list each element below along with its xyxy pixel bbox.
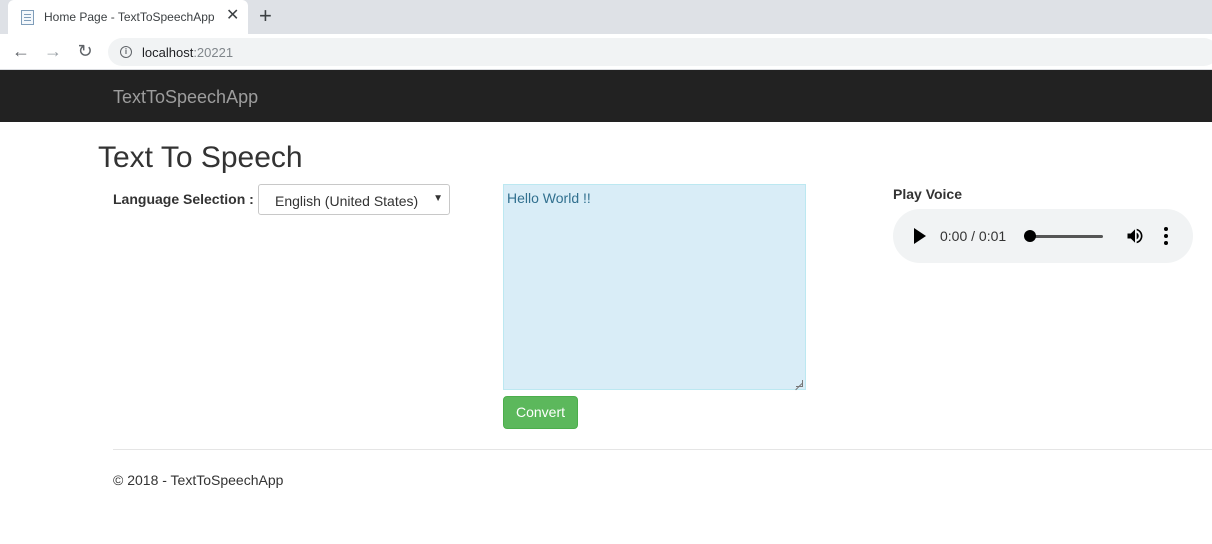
play-icon[interactable] bbox=[914, 228, 926, 244]
audio-seek-thumb[interactable] bbox=[1024, 230, 1036, 242]
convert-button[interactable]: Convert bbox=[503, 396, 578, 429]
tab-strip: Home Page - TextToSpeechApp ✕ + bbox=[0, 0, 1212, 34]
play-voice-label: Play Voice bbox=[893, 186, 963, 202]
tab-title: Home Page - TextToSpeechApp bbox=[44, 10, 215, 24]
chevron-down-icon: ▼ bbox=[433, 193, 443, 204]
page-icon bbox=[21, 10, 34, 25]
back-icon[interactable]: ← bbox=[10, 40, 32, 62]
browser-toolbar: ← → ↻ i localhost:20221 bbox=[0, 34, 1212, 70]
more-options-icon[interactable] bbox=[1164, 227, 1168, 245]
close-icon[interactable]: ✕ bbox=[226, 7, 239, 25]
plus-icon[interactable]: + bbox=[259, 5, 272, 27]
text-input-value: Hello World !! bbox=[507, 190, 591, 206]
brand-link[interactable]: TextToSpeechApp bbox=[113, 87, 258, 108]
language-select[interactable]: English (United States) ▼ bbox=[258, 184, 450, 215]
address-bar[interactable]: i localhost:20221 bbox=[108, 38, 1212, 66]
browser-tab[interactable]: Home Page - TextToSpeechApp ✕ bbox=[8, 0, 248, 34]
language-select-value: English (United States) bbox=[275, 193, 419, 209]
reload-icon[interactable]: ↻ bbox=[74, 40, 96, 62]
url-port: :20221 bbox=[193, 45, 234, 60]
language-label: Language Selection : bbox=[113, 191, 254, 207]
app-navbar: TextToSpeechApp bbox=[0, 70, 1212, 122]
footer-text: © 2018 - TextToSpeechApp bbox=[113, 472, 284, 488]
url-host: localhost bbox=[142, 45, 194, 60]
audio-time: 0:00 / 0:01 bbox=[940, 228, 1007, 244]
volume-icon[interactable] bbox=[1125, 226, 1145, 246]
forward-icon[interactable]: → bbox=[42, 40, 64, 62]
url-text: localhost:20221 bbox=[142, 45, 233, 60]
resize-handle-icon[interactable] bbox=[796, 380, 803, 387]
info-icon[interactable]: i bbox=[120, 46, 132, 58]
audio-player: 0:00 / 0:01 bbox=[893, 209, 1193, 263]
page-title: Text To Speech bbox=[98, 141, 303, 174]
audio-seek-bar[interactable] bbox=[1024, 230, 1103, 242]
text-input-area[interactable]: Hello World !! bbox=[503, 184, 806, 390]
footer-divider bbox=[113, 449, 1212, 450]
